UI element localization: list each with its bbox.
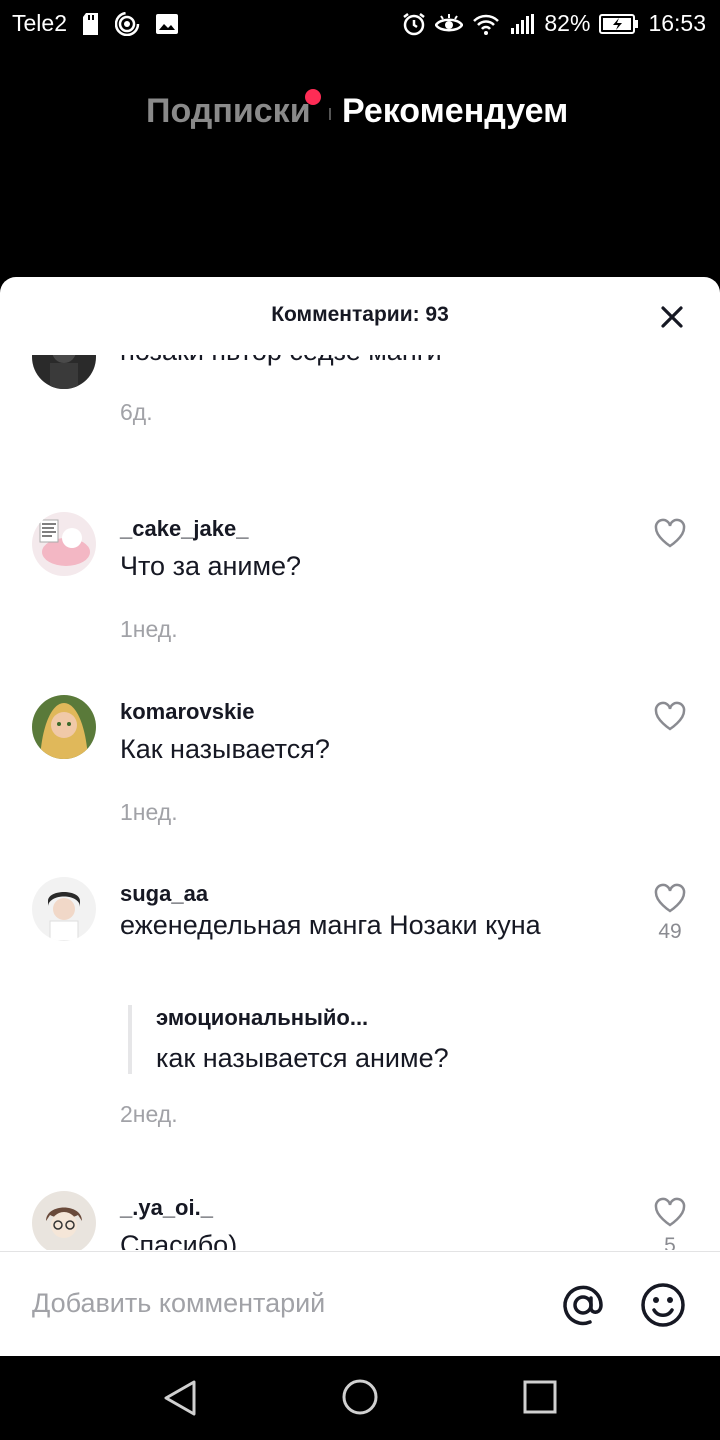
eye-comfort-icon: [435, 13, 464, 35]
comments-title: Комментарии: 93: [271, 303, 449, 326]
back-triangle-icon: [164, 1380, 196, 1416]
heart-icon: [654, 1197, 686, 1227]
reply-username: эмоциональныйо...: [156, 1005, 369, 1030]
battery-percent: 82%: [544, 10, 591, 36]
comment-item: suga_aa еженедельная манга Нозаки куна э…: [0, 873, 720, 1133]
reply-quote[interactable]: эмоциональныйо... как называется аниме?: [128, 1005, 449, 1074]
notification-dot: [305, 89, 321, 105]
like-count: 5: [664, 1234, 676, 1250]
comment-input-bar[interactable]: Добавить комментарий: [0, 1251, 720, 1356]
avatar[interactable]: [32, 512, 96, 576]
like-button[interactable]: [650, 518, 690, 553]
status-bar: Tele2 82% 16:53: [0, 0, 720, 50]
comment-text: нозаки пвтор сёдзе манги: [120, 355, 560, 370]
comment-input[interactable]: Добавить комментарий: [32, 1288, 325, 1319]
like-button[interactable]: 5: [650, 1197, 690, 1250]
comment-text: Спасибо): [120, 1230, 238, 1250]
reply-text: как называется аниме?: [156, 1043, 449, 1073]
avatar[interactable]: [32, 695, 96, 759]
comment-text: Что за аниме?: [120, 551, 302, 581]
avatar[interactable]: [32, 1191, 96, 1250]
recent-square-icon: [523, 1380, 557, 1414]
back-button[interactable]: [162, 1378, 198, 1423]
emoji-button[interactable]: [640, 1282, 686, 1328]
signal-icon: [509, 13, 535, 35]
comment-time: 2нед.: [120, 1101, 178, 1127]
alarm-icon: [402, 12, 426, 36]
tab-separator: [329, 108, 331, 120]
comment-item: komarovskie Как называется? 1нед.: [0, 691, 720, 841]
heart-icon: [654, 701, 686, 731]
comment-username[interactable]: komarovskie: [120, 699, 255, 725]
comment-text: еженедельная манга Нозаки куна: [120, 910, 541, 940]
comment-time: 1нед.: [120, 799, 178, 825]
emoji-icon: [641, 1283, 685, 1327]
like-button[interactable]: 49: [650, 883, 690, 944]
comment-item: _cake_jake_ Что за аниме? 1нед.: [0, 508, 720, 658]
system-nav-bar: [0, 1356, 720, 1440]
heart-icon: [654, 883, 686, 913]
gallery-icon: [155, 13, 179, 35]
home-circle-icon: [342, 1379, 378, 1415]
comment-text: Как называется?: [120, 734, 330, 764]
hotspot-icon: [114, 11, 141, 36]
heart-icon: [654, 518, 686, 548]
avatar[interactable]: [32, 877, 96, 941]
comment-username[interactable]: _cake_jake_: [120, 516, 248, 542]
wifi-icon: [472, 13, 500, 35]
close-icon: [661, 306, 683, 328]
comments-list[interactable]: нозаки пвтор сёдзе манги 6д. _cake_jake_…: [0, 355, 720, 1250]
clock: 16:53: [648, 10, 706, 36]
mention-button[interactable]: [560, 1282, 606, 1328]
avatar[interactable]: [32, 355, 96, 389]
feed-tabs: Подписки Рекомендуем: [0, 88, 720, 138]
at-sign-icon: [563, 1285, 603, 1326]
battery-charging-icon: [599, 13, 639, 35]
recent-apps-button[interactable]: [523, 1380, 557, 1419]
comments-sheet: Комментарии: 93 нозаки пвтор сёдзе манги…: [0, 277, 720, 1356]
like-button[interactable]: [650, 701, 690, 736]
sd-card-icon: [81, 12, 101, 36]
comment-item: _.ya_oi._ Спасибо) 5: [0, 1187, 720, 1250]
comment-username[interactable]: _.ya_oi._: [120, 1195, 213, 1221]
carrier-label: Tele2: [12, 10, 67, 36]
home-button[interactable]: [341, 1378, 379, 1421]
tab-for-you[interactable]: Рекомендуем: [342, 92, 568, 131]
comment-time: 1нед.: [120, 616, 178, 642]
like-count: 49: [658, 920, 682, 943]
comment-username[interactable]: suga_aa: [120, 881, 208, 907]
comment-item: нозаки пвтор сёдзе манги 6д.: [0, 355, 720, 475]
comment-time: 6д.: [120, 399, 153, 425]
tab-following[interactable]: Подписки: [146, 92, 311, 131]
close-button[interactable]: [658, 303, 686, 331]
sheet-header: Комментарии: 93: [0, 277, 720, 355]
